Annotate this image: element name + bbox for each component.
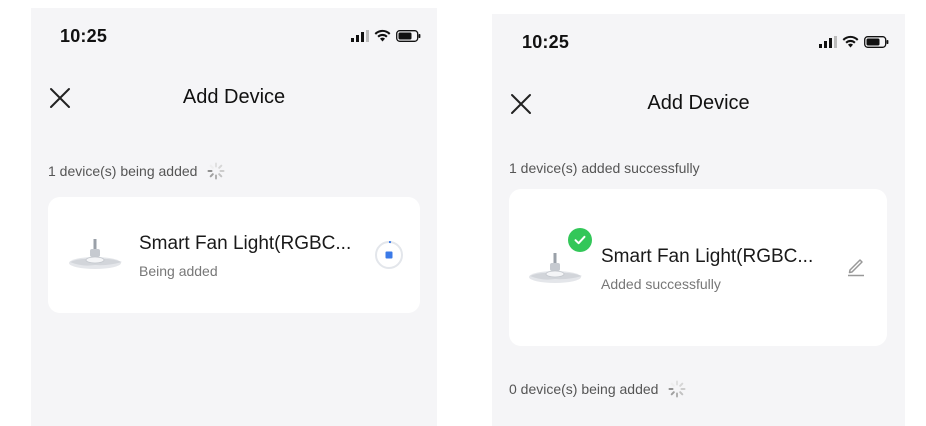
progress-icon xyxy=(375,241,403,269)
device-status: Being added xyxy=(139,263,218,279)
status-bar: 10:25 xyxy=(522,32,889,56)
screen-added-successfully: 10:25 Add Device 1 device(s) added succe… xyxy=(492,14,905,426)
signal-icon xyxy=(819,35,837,48)
edit-button[interactable] xyxy=(845,255,867,277)
success-status-text: 1 device(s) added successfully xyxy=(509,160,700,176)
edit-icon xyxy=(848,259,864,277)
adding-status-label: 1 device(s) being added xyxy=(48,162,225,180)
success-badge xyxy=(568,228,592,252)
signal-icon xyxy=(351,29,369,42)
screen-being-added: 10:25 Add Device 1 device(s) being added xyxy=(31,8,437,426)
status-icons xyxy=(351,29,421,42)
device-name: Smart Fan Light(RGBC... xyxy=(601,246,814,267)
status-icons xyxy=(819,35,889,48)
fan-light-icon xyxy=(69,239,122,269)
status-bar: 10:25 xyxy=(60,26,421,50)
battery-icon xyxy=(864,35,889,48)
clock: 10:25 xyxy=(522,32,570,52)
wifi-icon xyxy=(842,35,859,48)
device-status: Added successfully xyxy=(601,276,721,292)
wifi-icon xyxy=(374,29,391,42)
nav-bar: Add Device xyxy=(31,80,437,120)
adding-status-text: 1 device(s) being added xyxy=(48,163,198,179)
page-title: Add Device xyxy=(647,92,750,114)
clock: 10:25 xyxy=(60,26,108,46)
success-status-label: 1 device(s) added successfully xyxy=(509,160,700,176)
device-name: Smart Fan Light(RGBC... xyxy=(139,233,352,254)
fan-light-icon xyxy=(529,253,582,283)
spinner-icon xyxy=(668,380,686,398)
device-card[interactable]: Smart Fan Light(RGBC... Being added xyxy=(48,197,420,313)
page-title: Add Device xyxy=(182,86,286,108)
pending-status-label: 0 device(s) being added xyxy=(509,380,686,398)
spinner-icon xyxy=(207,162,225,180)
nav-bar: Add Device xyxy=(492,86,905,126)
battery-icon xyxy=(396,29,421,42)
pending-status-text: 0 device(s) being added xyxy=(509,381,659,397)
check-icon xyxy=(574,235,586,245)
device-card[interactable]: Smart Fan Light(RGBC... Added successful… xyxy=(509,189,887,346)
